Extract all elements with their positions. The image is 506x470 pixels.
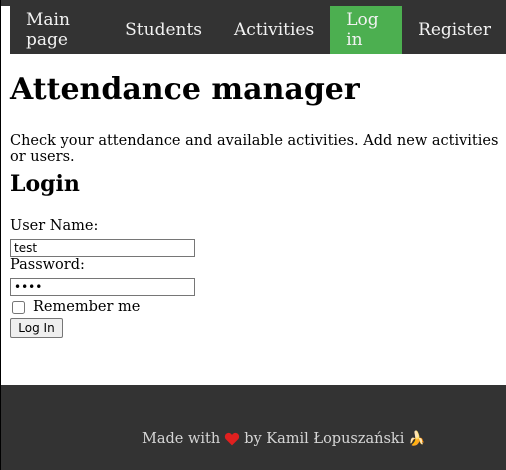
remember-me-checkbox[interactable] — [12, 300, 25, 314]
footer — [1, 385, 506, 470]
page: Main page Students Activities Log in Reg… — [0, 0, 506, 470]
footer-credit: Made with by Kamil Łopuszański 🍌 — [142, 431, 426, 447]
nav-main-page[interactable]: Main page — [10, 6, 109, 54]
page-intro: Check your attendance and available acti… — [10, 133, 499, 165]
remember-me-label: Remember me — [33, 299, 141, 315]
username-input[interactable] — [10, 239, 195, 257]
nav-log-in[interactable]: Log in — [330, 6, 403, 54]
page-title: Attendance manager — [10, 72, 360, 107]
log-in-button[interactable]: Log In — [10, 318, 63, 338]
password-label: Password: — [10, 257, 85, 273]
nav-activities[interactable]: Activities — [218, 6, 330, 54]
banana-icon: 🍌 — [408, 431, 426, 447]
heart-icon — [225, 432, 240, 446]
nav-students[interactable]: Students — [109, 6, 218, 54]
footer-made-with: Made with — [142, 431, 221, 447]
nav-register[interactable]: Register — [402, 6, 506, 54]
top-navigation: Main page Students Activities Log in Reg… — [10, 6, 506, 54]
remember-me[interactable]: Remember me — [12, 299, 140, 315]
login-heading: Login — [10, 171, 80, 197]
footer-author: by Kamil Łopuszański — [244, 431, 405, 447]
username-label: User Name: — [10, 218, 99, 234]
password-input[interactable] — [10, 278, 195, 296]
